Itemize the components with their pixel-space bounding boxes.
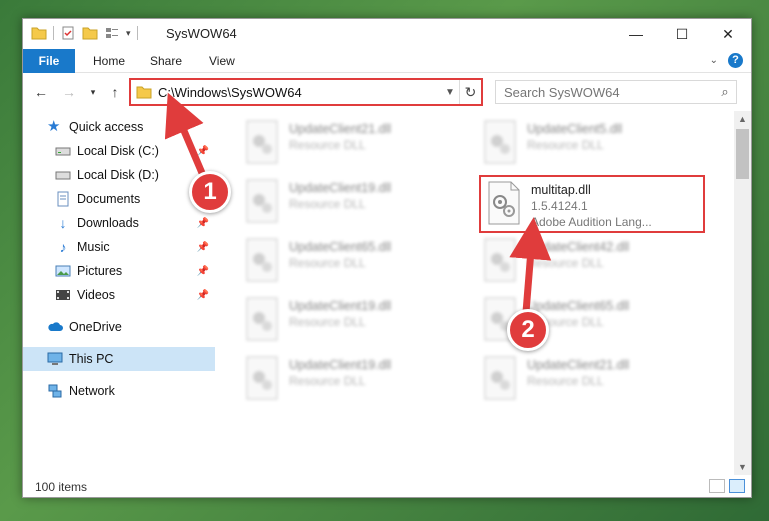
step-badge-1: 1 [189,171,231,213]
arrow-2 [509,217,552,313]
annotation-arrows [164,92,552,313]
arrow-1 [164,92,209,182]
step-badge-2: 2 [507,309,549,351]
